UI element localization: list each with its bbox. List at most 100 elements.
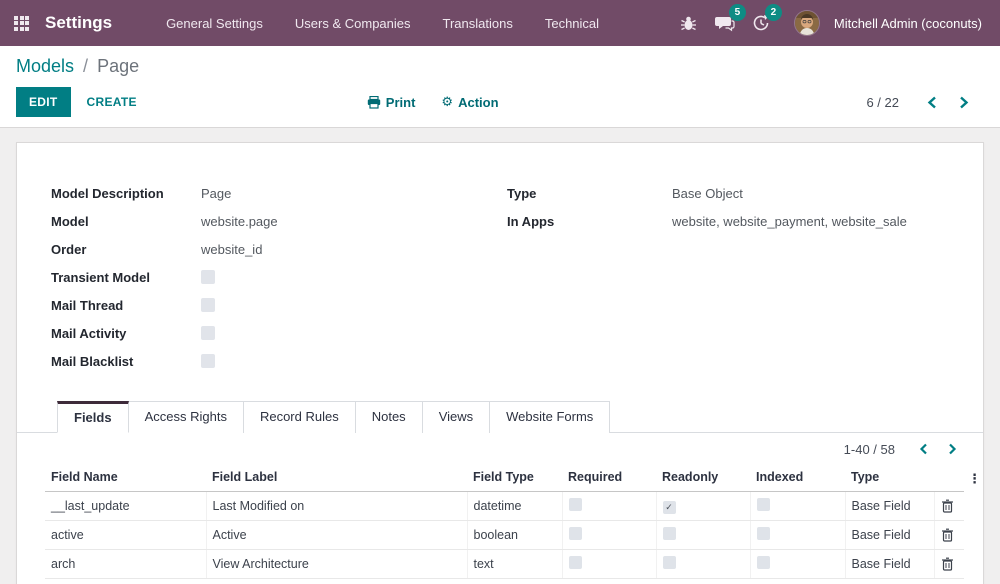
bug-icon bbox=[680, 15, 697, 32]
field-label: Mail Blacklist bbox=[51, 354, 201, 369]
menu-users-companies[interactable]: Users & Companies bbox=[283, 10, 423, 37]
cell-delete bbox=[934, 521, 964, 550]
edit-button[interactable]: EDIT bbox=[16, 87, 71, 117]
print-button[interactable]: Print bbox=[367, 94, 416, 110]
field-value: Base Object bbox=[672, 186, 743, 201]
column-delete bbox=[934, 463, 964, 492]
delete-row-button[interactable] bbox=[941, 528, 954, 542]
delete-row-button[interactable] bbox=[941, 499, 954, 513]
readonly-checkbox[interactable] bbox=[663, 501, 676, 514]
column-readonly[interactable]: Readonly bbox=[656, 463, 750, 492]
cell-field-label[interactable]: Last Modified on bbox=[206, 492, 467, 521]
mail-blacklist-checkbox[interactable] bbox=[201, 354, 215, 368]
menu-translations[interactable]: Translations bbox=[431, 10, 525, 37]
column-required[interactable]: Required bbox=[562, 463, 656, 492]
breadcrumb-models-link[interactable]: Models bbox=[16, 56, 74, 76]
cell-readonly bbox=[656, 521, 750, 550]
print-label: Print bbox=[386, 95, 416, 110]
column-indexed[interactable]: Indexed bbox=[750, 463, 845, 492]
cell-field-name[interactable]: __last_update bbox=[45, 492, 206, 521]
cell-field-name[interactable]: arch bbox=[45, 550, 206, 579]
mail-activity-checkbox[interactable] bbox=[201, 326, 215, 340]
activities-button[interactable]: 2 bbox=[748, 11, 774, 35]
column-field-name[interactable]: Field Name bbox=[45, 463, 206, 492]
user-menu[interactable]: Mitchell Admin (coconuts) bbox=[834, 16, 982, 31]
cell-field-label[interactable]: Active bbox=[206, 521, 467, 550]
cell-indexed bbox=[750, 492, 845, 521]
field-value: website, website_payment, website_sale bbox=[672, 214, 907, 229]
required-checkbox[interactable] bbox=[569, 498, 582, 511]
column-field-type[interactable]: Field Type bbox=[467, 463, 562, 492]
messages-badge: 5 bbox=[729, 4, 746, 21]
cell-type[interactable]: Base Field bbox=[845, 550, 934, 579]
cell-type[interactable]: Base Field bbox=[845, 521, 934, 550]
indexed-checkbox[interactable] bbox=[757, 556, 770, 569]
indexed-checkbox[interactable] bbox=[757, 527, 770, 540]
field-value: Page bbox=[201, 186, 231, 201]
field-label: Type bbox=[507, 186, 672, 201]
trash-icon bbox=[941, 557, 954, 571]
tab-views[interactable]: Views bbox=[423, 401, 490, 433]
debug-bug-icon[interactable] bbox=[676, 11, 702, 35]
fields-table: Field Name Field Label Field Type Requir… bbox=[45, 463, 964, 579]
notebook-tabs: Fields Access Rights Record Rules Notes … bbox=[17, 401, 983, 433]
form-right-group: Type Base Object In Apps website, websit… bbox=[507, 179, 963, 375]
list-pager-previous-button[interactable] bbox=[913, 441, 934, 457]
tab-website-forms[interactable]: Website Forms bbox=[490, 401, 610, 433]
field-type: Type Base Object bbox=[507, 179, 963, 207]
app-name[interactable]: Settings bbox=[45, 13, 112, 33]
indexed-checkbox[interactable] bbox=[757, 498, 770, 511]
tab-access-rights[interactable]: Access Rights bbox=[129, 401, 244, 433]
cell-type[interactable]: Base Field bbox=[845, 492, 934, 521]
transient-model-checkbox[interactable] bbox=[201, 270, 215, 284]
table-row[interactable]: arch View Architecture text Base Field bbox=[45, 550, 964, 579]
field-transient-model: Transient Model bbox=[51, 263, 491, 291]
messages-button[interactable]: 5 bbox=[712, 11, 738, 35]
main-content: Model Description Page Model website.pag… bbox=[0, 128, 1000, 584]
pager-previous-button[interactable] bbox=[921, 94, 943, 111]
cell-field-name[interactable]: active bbox=[45, 521, 206, 550]
apps-menu-icon[interactable] bbox=[14, 16, 29, 31]
field-mail-blacklist: Mail Blacklist bbox=[51, 347, 491, 375]
field-in-apps: In Apps website, website_payment, websit… bbox=[507, 207, 963, 235]
create-button[interactable]: CREATE bbox=[87, 95, 137, 109]
mail-thread-checkbox[interactable] bbox=[201, 298, 215, 312]
list-pager-next-button[interactable] bbox=[942, 441, 963, 457]
avatar[interactable] bbox=[794, 10, 820, 36]
cell-field-label[interactable]: View Architecture bbox=[206, 550, 467, 579]
field-label: Model bbox=[51, 214, 201, 229]
table-row[interactable]: __last_update Last Modified on datetime … bbox=[45, 492, 964, 521]
list-pager: 1-40 / 58 bbox=[45, 433, 963, 463]
readonly-checkbox[interactable] bbox=[663, 556, 676, 569]
cell-field-type[interactable]: text bbox=[467, 550, 562, 579]
cell-delete bbox=[934, 492, 964, 521]
chevron-right-icon bbox=[948, 443, 957, 455]
tab-record-rules[interactable]: Record Rules bbox=[244, 401, 356, 433]
pager-next-button[interactable] bbox=[953, 94, 975, 111]
table-row[interactable]: active Active boolean Base Field bbox=[45, 521, 964, 550]
action-button[interactable]: ⚙ Action bbox=[441, 94, 498, 110]
cell-readonly bbox=[656, 492, 750, 521]
tab-fields[interactable]: Fields bbox=[57, 401, 129, 433]
topbar-systray: 5 2 Mitchell Admin (coconuts) bbox=[676, 10, 986, 36]
cell-field-type[interactable]: boolean bbox=[467, 521, 562, 550]
breadcrumb-separator: / bbox=[83, 56, 88, 76]
menu-technical[interactable]: Technical bbox=[533, 10, 611, 37]
fields-list-pane: 1-40 / 58 ⋮ Field Name Field bbox=[17, 433, 983, 579]
optional-columns-toggle-icon[interactable]: ⋮ bbox=[968, 472, 981, 485]
required-checkbox[interactable] bbox=[569, 556, 582, 569]
column-type[interactable]: Type bbox=[845, 463, 934, 492]
field-label: Transient Model bbox=[51, 270, 201, 285]
menu-general-settings[interactable]: General Settings bbox=[154, 10, 275, 37]
field-mail-thread: Mail Thread bbox=[51, 291, 491, 319]
readonly-checkbox[interactable] bbox=[663, 527, 676, 540]
pager-value: 6 / 22 bbox=[866, 95, 899, 110]
column-field-label[interactable]: Field Label bbox=[206, 463, 467, 492]
required-checkbox[interactable] bbox=[569, 527, 582, 540]
activities-badge: 2 bbox=[765, 4, 782, 21]
tab-notes[interactable]: Notes bbox=[356, 401, 423, 433]
field-value: website.page bbox=[201, 214, 278, 229]
delete-row-button[interactable] bbox=[941, 557, 954, 571]
chevron-right-icon bbox=[959, 96, 969, 109]
cell-field-type[interactable]: datetime bbox=[467, 492, 562, 521]
